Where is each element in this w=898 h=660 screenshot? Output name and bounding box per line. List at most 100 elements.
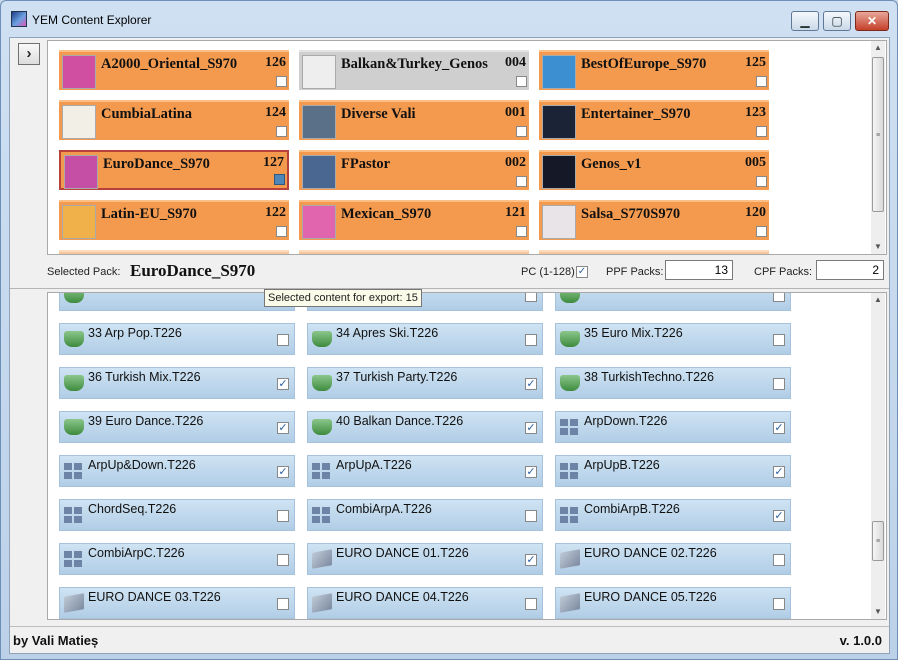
content-item[interactable]: 39 Euro Dance.T226 ✓ xyxy=(59,411,295,443)
pack-card[interactable]: Balkan&Turkey_Genos 004 xyxy=(299,50,529,90)
content-item-checkbox[interactable] xyxy=(277,510,289,522)
pc-range-checkbox[interactable]: ✓ xyxy=(576,266,588,278)
content-item-checkbox[interactable] xyxy=(525,598,537,610)
content-item[interactable]: ArpUp&Down.T226 ✓ xyxy=(59,455,295,487)
pack-checkbox[interactable] xyxy=(276,126,287,137)
expand-button[interactable]: › xyxy=(18,43,40,65)
pack-card[interactable]: A2000_Oriental_S970 126 xyxy=(59,50,289,90)
pack-checkbox[interactable] xyxy=(756,126,767,137)
content-item[interactable]: 35 Euro Mix.T226 xyxy=(555,323,791,355)
pack-card[interactable]: FPastor 002 xyxy=(299,150,529,190)
pack-checkbox[interactable] xyxy=(516,126,527,137)
content-item-checkbox[interactable]: ✓ xyxy=(773,466,785,478)
content-item[interactable]: 32 Tik Tak Disco.T226 xyxy=(555,293,791,311)
box-icon xyxy=(560,549,580,569)
content-item-checkbox[interactable] xyxy=(525,510,537,522)
selected-pack-value: EuroDance_S970 xyxy=(130,261,256,280)
content-item-name: 34 Apres Ski.T226 xyxy=(336,326,439,340)
content-item-checkbox[interactable]: ✓ xyxy=(525,466,537,478)
pack-card[interactable]: BestOfEurope_S970 125 xyxy=(539,50,769,90)
pack-thumbnail-icon xyxy=(302,155,336,189)
drum-icon xyxy=(64,375,84,391)
content-item[interactable]: 30 Neutrino.T226 xyxy=(59,293,295,311)
scroll-thumb[interactable]: ≡ xyxy=(872,57,884,212)
cpf-packs-field[interactable]: 2 xyxy=(816,260,884,280)
pack-checkbox[interactable] xyxy=(516,226,527,237)
content-item[interactable]: ArpUpA.T226 ✓ xyxy=(307,455,543,487)
ppf-packs-field[interactable]: 13 xyxy=(665,260,733,280)
scroll-down-arrow-icon[interactable]: ▼ xyxy=(871,240,885,254)
maximize-button[interactable]: ▢ xyxy=(823,11,851,31)
content-item[interactable]: EURO DANCE 01.T226 ✓ xyxy=(307,543,543,575)
content-item[interactable]: 40 Balkan Dance.T226 ✓ xyxy=(307,411,543,443)
content-item-checkbox[interactable]: ✓ xyxy=(773,422,785,434)
content-scrollbar[interactable]: ▲ ≡ ▼ xyxy=(871,293,885,619)
content-item-checkbox[interactable]: ✓ xyxy=(773,510,785,522)
content-item-checkbox[interactable]: ✓ xyxy=(277,422,289,434)
content-item[interactable]: EURO DANCE 04.T226 xyxy=(307,587,543,619)
pack-checkbox[interactable] xyxy=(756,176,767,187)
scroll-down-arrow-icon[interactable]: ▼ xyxy=(871,605,885,619)
content-item[interactable]: CombiArpB.T226 ✓ xyxy=(555,499,791,531)
content-item[interactable]: EURO DANCE 03.T226 xyxy=(59,587,295,619)
pack-checkbox[interactable] xyxy=(276,76,287,87)
content-item-checkbox[interactable] xyxy=(525,293,537,302)
pack-card[interactable]: Genos_v1 005 xyxy=(539,150,769,190)
pack-card[interactable]: Latin-EU_S970 122 xyxy=(59,200,289,240)
splitter[interactable] xyxy=(10,288,889,289)
title-bar[interactable]: YEM Content Explorer ▁ ▢ ✕ xyxy=(1,1,897,37)
minimize-button[interactable]: ▁ xyxy=(791,11,819,31)
pack-checkbox[interactable] xyxy=(516,76,527,87)
content-item[interactable]: ArpDown.T226 ✓ xyxy=(555,411,791,443)
content-item-checkbox[interactable] xyxy=(277,334,289,346)
pack-card[interactable]: Entertainer_S970 123 xyxy=(539,100,769,140)
pack-checkbox[interactable] xyxy=(756,226,767,237)
content-item[interactable]: EURO DANCE 05.T226 xyxy=(555,587,791,619)
pack-checkbox[interactable] xyxy=(756,76,767,87)
pack-checkbox[interactable] xyxy=(276,226,287,237)
pack-card[interactable]: Salsa_S770S970 120 xyxy=(539,200,769,240)
content-item-checkbox[interactable] xyxy=(277,554,289,566)
content-item-checkbox[interactable]: ✓ xyxy=(525,378,537,390)
content-item[interactable]: EURO DANCE 02.T226 xyxy=(555,543,791,575)
content-item[interactable]: 38 TurkishTechno.T226 xyxy=(555,367,791,399)
content-item-checkbox[interactable]: ✓ xyxy=(525,422,537,434)
pack-checkbox[interactable] xyxy=(516,176,527,187)
pack-number: 001 xyxy=(505,105,526,120)
pack-number: 005 xyxy=(745,155,766,170)
content-item[interactable]: CombiArpA.T226 xyxy=(307,499,543,531)
close-button[interactable]: ✕ xyxy=(855,11,889,31)
content-item[interactable]: ArpUpB.T226 ✓ xyxy=(555,455,791,487)
scroll-up-arrow-icon[interactable]: ▲ xyxy=(871,41,885,55)
scroll-thumb[interactable]: ≡ xyxy=(872,521,884,561)
pack-card[interactable]: EuroDance_S970 127 xyxy=(59,150,289,190)
content-item-checkbox[interactable]: ✓ xyxy=(277,378,289,390)
pack-checkbox[interactable] xyxy=(274,174,285,185)
content-panel: 30 Neutrino.T22631 Noche.T22632 Tik Tak … xyxy=(47,292,887,620)
content-item-checkbox[interactable]: ✓ xyxy=(525,554,537,566)
content-item[interactable]: 33 Arp Pop.T226 xyxy=(59,323,295,355)
content-item-name: 33 Arp Pop.T226 xyxy=(88,326,182,340)
content-item-name: ArpUpB.T226 xyxy=(584,458,660,472)
content-item[interactable]: 34 Apres Ski.T226 xyxy=(307,323,543,355)
pack-card[interactable]: Mexican_S970 121 xyxy=(299,200,529,240)
content-item-checkbox[interactable]: ✓ xyxy=(277,466,289,478)
content-item[interactable]: CombiArpC.T226 xyxy=(59,543,295,575)
pack-card[interactable]: Diverse Vali 001 xyxy=(299,100,529,140)
content-item[interactable]: 36 Turkish Mix.T226 ✓ xyxy=(59,367,295,399)
pack-name: EuroDance_S970 xyxy=(103,156,210,172)
scroll-up-arrow-icon[interactable]: ▲ xyxy=(871,293,885,307)
pack-number: 121 xyxy=(505,205,526,220)
content-item-checkbox[interactable] xyxy=(773,334,785,346)
packs-scrollbar[interactable]: ▲ ≡ ▼ xyxy=(871,41,885,254)
content-item-checkbox[interactable] xyxy=(773,554,785,566)
content-item[interactable]: ChordSeq.T226 xyxy=(59,499,295,531)
content-item-checkbox[interactable] xyxy=(773,378,785,390)
pack-card[interactable]: CumbiaLatina 124 xyxy=(59,100,289,140)
content-item-name: CombiArpC.T226 xyxy=(88,546,185,560)
content-item-checkbox[interactable] xyxy=(773,598,785,610)
content-item-checkbox[interactable] xyxy=(773,293,785,302)
content-item-checkbox[interactable] xyxy=(277,598,289,610)
content-item[interactable]: 37 Turkish Party.T226 ✓ xyxy=(307,367,543,399)
content-item-checkbox[interactable] xyxy=(525,334,537,346)
